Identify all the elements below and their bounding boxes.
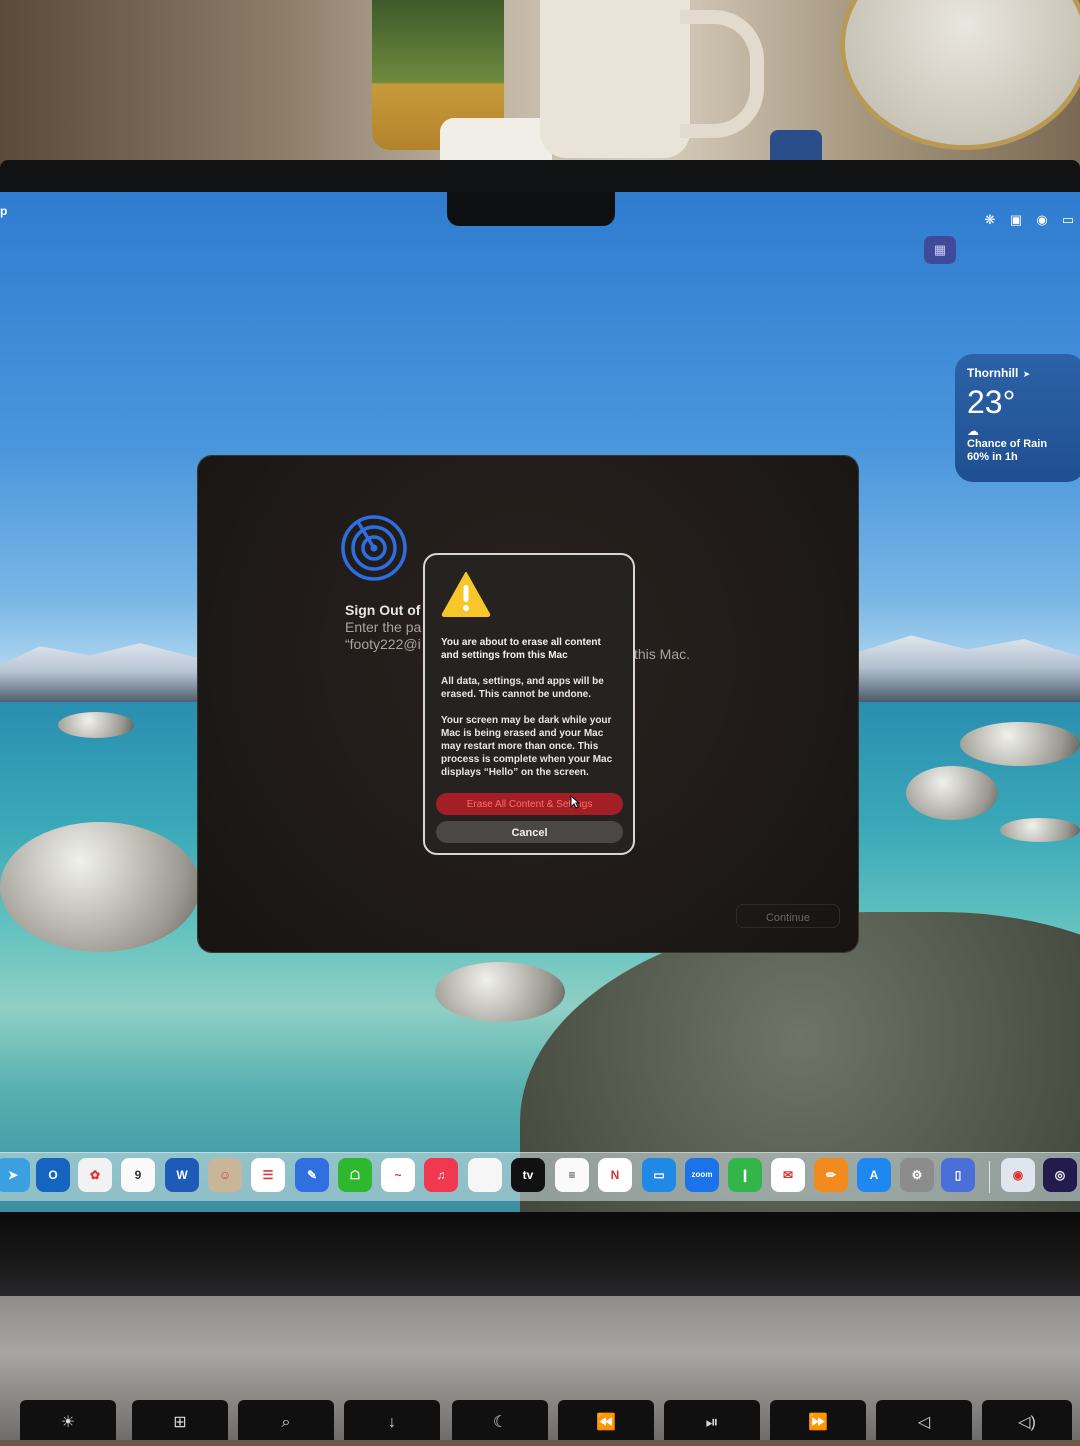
rock <box>960 722 1080 766</box>
menubar-fragment: p <box>0 204 8 218</box>
airpods-case <box>440 118 552 160</box>
find-my-target-icon <box>341 515 407 581</box>
dock-word-icon[interactable]: W <box>165 1158 199 1192</box>
dock-outlook-icon[interactable]: O <box>36 1158 70 1192</box>
weather-temperature: 23° <box>967 384 1016 420</box>
function-key[interactable]: ⏩ <box>770 1400 866 1440</box>
erase-all-content-button[interactable]: Erase All Content & Settings <box>436 793 623 815</box>
alert-info-text: Your screen may be dark while your Mac i… <box>441 715 613 778</box>
rock <box>435 962 565 1022</box>
function-key[interactable]: ◁ <box>876 1400 972 1440</box>
dock-apple-tv-icon[interactable]: tv <box>511 1158 545 1192</box>
dock-numbers-icon[interactable]: ❙ <box>728 1158 762 1192</box>
function-key[interactable]: ☾ <box>452 1400 548 1440</box>
alert-warning-text: All data, settings, and apps will be era… <box>441 676 604 700</box>
mug-handle <box>680 10 764 138</box>
dock-maps-icon[interactable]: ➤ <box>0 1158 30 1192</box>
dock-freeform-icon[interactable]: ~ <box>381 1158 415 1192</box>
dock-mail-pilot-icon[interactable]: ✉ <box>771 1158 805 1192</box>
location-arrow-icon: ➤ <box>1022 369 1031 379</box>
mountains-right <box>855 635 1080 702</box>
assistant-instruction: Enter the pa <box>345 619 422 635</box>
weather-chance: 60% in 1h <box>967 451 1018 463</box>
background-room <box>0 0 1080 170</box>
rock <box>906 766 998 820</box>
battery-icon[interactable]: ▭ <box>1060 212 1076 228</box>
assistant-title: Sign Out of <box>345 602 421 618</box>
function-key-row: ☀ ⊞ ⌕ ↓ ☾ ⏪ ⏯ ⏩ ◁ ◁) <box>0 1400 1080 1440</box>
mountains-left <box>0 643 200 702</box>
dock-iphone-mirroring-icon[interactable]: ▯ <box>941 1158 975 1192</box>
dock-divider <box>989 1161 990 1193</box>
dock-contacts-icon[interactable]: ☺ <box>208 1158 242 1192</box>
control-center-icon[interactable]: ▦ <box>924 236 956 264</box>
dock-pages-icon[interactable]: ≡ <box>555 1158 589 1192</box>
dock-reminders-icon[interactable]: ☰ <box>251 1158 285 1192</box>
glass-bowl <box>840 0 1080 150</box>
dock-app-store-icon[interactable]: A <box>857 1158 891 1192</box>
alert-title: You are about to erase all content and s… <box>441 637 601 661</box>
function-key[interactable]: ☀ <box>20 1400 116 1440</box>
dock-feedback-icon[interactable]: ✎ <box>295 1158 329 1192</box>
record-icon[interactable]: ◉ <box>1034 212 1050 228</box>
dock-zoom-icon[interactable]: zoom <box>685 1158 719 1192</box>
function-key[interactable]: ⌕ <box>238 1400 334 1440</box>
mug <box>540 0 690 158</box>
cloud-icon: ☁ <box>967 424 979 438</box>
weather-city: Thornhill <box>967 366 1019 380</box>
function-key[interactable]: ↓ <box>344 1400 440 1440</box>
weather-city-row: Thornhill ➤ <box>967 364 1073 382</box>
warning-icon <box>441 572 491 617</box>
dock-news-icon[interactable]: N <box>598 1158 632 1192</box>
dock-music-icon[interactable]: ♫ <box>424 1158 458 1192</box>
dock-siri-icon[interactable]: ◎ <box>1043 1158 1077 1192</box>
laptop-hinge <box>0 1212 1080 1300</box>
continue-button[interactable]: Continue <box>736 904 840 928</box>
dock-robinhood-icon[interactable]: ☖ <box>338 1158 372 1192</box>
erase-confirmation-alert: You are about to erase all content and s… <box>423 553 635 855</box>
weather-widget[interactable]: Thornhill ➤ 23° ☁ Chance of Rain 60% in … <box>955 354 1080 482</box>
dock: ➤ O ✿ 9 W ☺ ☰ ✎ ☖ ~ ♫ tv ≡ N ▭ zoom ❙ ✉ ✏ A ⚙ ▯ ◉ ◎ <box>0 1152 1080 1201</box>
dock-pages-orange-icon[interactable]: ✏ <box>814 1158 848 1192</box>
camera-notch <box>447 192 615 226</box>
function-key[interactable]: ⏪ <box>558 1400 654 1440</box>
chatgpt-icon[interactable]: ❋ <box>982 212 998 228</box>
mouse-cursor-icon <box>570 795 580 809</box>
dock-calendar-icon[interactable]: 9 <box>121 1158 155 1192</box>
menubar-status: ❋ ▣ ◉ ▭ <box>982 208 1080 232</box>
function-key[interactable]: ⊞ <box>132 1400 228 1440</box>
dock-system-settings-icon[interactable]: ⚙ <box>900 1158 934 1192</box>
function-key[interactable]: ⏯ <box>664 1400 760 1440</box>
rock <box>0 822 200 952</box>
weather-condition: Chance of Rain <box>967 438 1048 450</box>
screen-share-icon[interactable]: ▣ <box>1008 212 1024 228</box>
dock-keynote-icon[interactable]: ▭ <box>642 1158 676 1192</box>
rock <box>1000 818 1080 842</box>
dock-disk-utility-icon[interactable]: ◉ <box>1001 1158 1035 1192</box>
dock-photos-icon[interactable]: ✿ <box>78 1158 112 1192</box>
rock <box>58 712 134 738</box>
assistant-text-fragment: this Mac. <box>634 646 691 662</box>
cancel-button[interactable]: Cancel <box>436 821 623 843</box>
assistant-account: “footy222@i <box>345 636 421 652</box>
dock-notes-icon[interactable] <box>468 1158 502 1192</box>
function-key[interactable]: ◁) <box>982 1400 1072 1440</box>
